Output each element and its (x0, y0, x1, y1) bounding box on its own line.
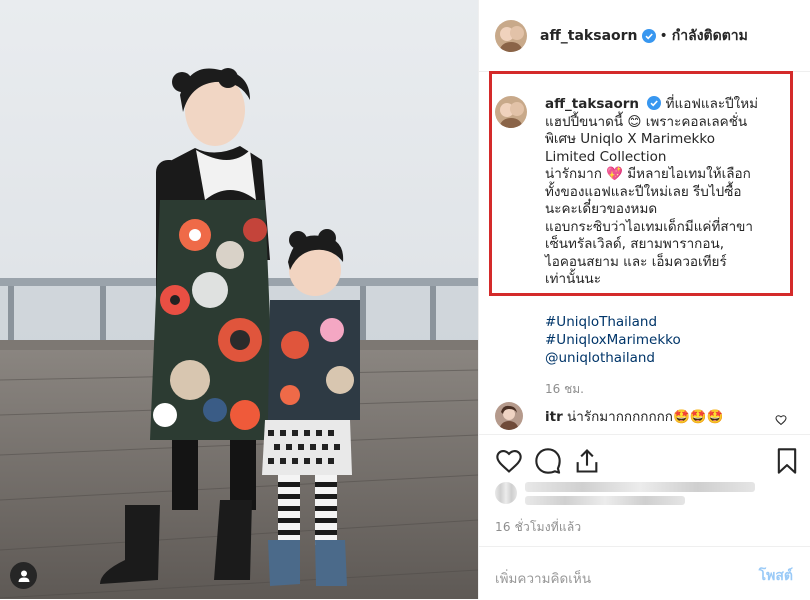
blurred-avatar (495, 482, 517, 504)
caption-line: แอบกระซิบว่าไอเทมเด็กมีแค่ที่สาขา (545, 218, 753, 235)
verified-badge-icon (641, 28, 656, 43)
post-header: aff_taksaorn • กำลังติดตาม (479, 0, 810, 72)
post-timestamp[interactable]: 16 ชั่วโมงที่แล้ว (495, 518, 581, 537)
hashtag-link[interactable]: #UniqloThailand (545, 313, 681, 331)
share-icon[interactable] (573, 447, 601, 475)
caption-text: aff_taksaorn ที่แอฟและปีใหม่ แฮปปี้ขนาดน… (545, 96, 795, 289)
post-photo[interactable] (0, 0, 478, 599)
post-comment-button[interactable]: โพสต์ (759, 565, 793, 587)
comment-body: น่ารักมากกกกกกก🤩🤩🤩 (567, 409, 724, 425)
blurred-likes-text (525, 482, 755, 492)
caption-line: ที่แอฟและปีใหม่ (665, 96, 759, 112)
caption-line: ไอคอนสยาม และ เอ็มควอเทียร์ (545, 253, 727, 270)
verified-badge-icon (647, 96, 662, 110)
caption-line: Limited Collection (545, 148, 667, 165)
comment-input-bar: เพิ่มความคิดเห็น โพสต์ (479, 546, 810, 600)
comment-like-icon[interactable] (775, 414, 787, 426)
caption-username[interactable]: aff_taksaorn (545, 96, 639, 112)
comment-text: itr น่ารักมากกกกกกก🤩🤩🤩 (545, 405, 723, 427)
comment-row: itr น่ารักมากกกกกกก🤩🤩🤩 (495, 402, 795, 430)
hashtags: #UniqloThailand #UniqloxMarimekko @uniql… (545, 313, 681, 367)
caption-timestamp[interactable]: 16 ชม. (545, 380, 584, 399)
caption-avatar[interactable] (495, 96, 527, 128)
bookmark-icon[interactable] (773, 447, 801, 475)
mention-link[interactable]: @uniqlothailand (545, 349, 681, 367)
caption-line: ทั้งของแอฟและปีใหม่เลย รีบไปซื้อ (545, 183, 742, 200)
caption-line: น่ารักมาก 💖 มีหลายไอเทมให้เลือก (545, 166, 751, 182)
user-tag-button[interactable] (10, 562, 37, 589)
post-details-panel: aff_taksaorn • กำลังติดตาม aff_taksaorn … (478, 0, 810, 599)
header-username[interactable]: aff_taksaorn (540, 28, 638, 44)
comment-input[interactable]: เพิ่มความคิดเห็น (495, 567, 591, 589)
following-button[interactable]: กำลังติดตาม (672, 25, 748, 47)
likes-blurred (495, 478, 755, 510)
avatar-image (495, 96, 527, 128)
heart-outline-icon[interactable] (495, 447, 523, 475)
avatar-image (495, 402, 523, 430)
hashtag-link[interactable]: #UniqloxMarimekko (545, 331, 681, 349)
avatar[interactable] (495, 19, 527, 52)
caption-line: เซ็นทรัลเวิลด์, สยามพารากอน, (545, 236, 724, 252)
commenter-username[interactable]: itr (545, 409, 563, 425)
comment-bubble-icon[interactable] (534, 447, 562, 475)
caption-line: แฮปปี้ขนาดนี้ 😊 เพราะคอลเลคชั่น (545, 113, 748, 130)
avatar-image (495, 19, 527, 52)
person-icon (18, 570, 29, 582)
header-separator: • (659, 27, 668, 44)
photo-illustration (0, 0, 478, 599)
caption-line: เท่านั้นนะ (545, 271, 602, 287)
commenter-avatar[interactable] (495, 402, 523, 430)
instagram-post: aff_taksaorn • กำลังติดตาม aff_taksaorn … (0, 0, 810, 599)
caption-line: พิเศษ Uniqlo X Marimekko (545, 131, 715, 147)
blurred-likes-text (525, 496, 685, 505)
caption-line: นะคะเดี๋ยวของหมด (545, 201, 658, 217)
